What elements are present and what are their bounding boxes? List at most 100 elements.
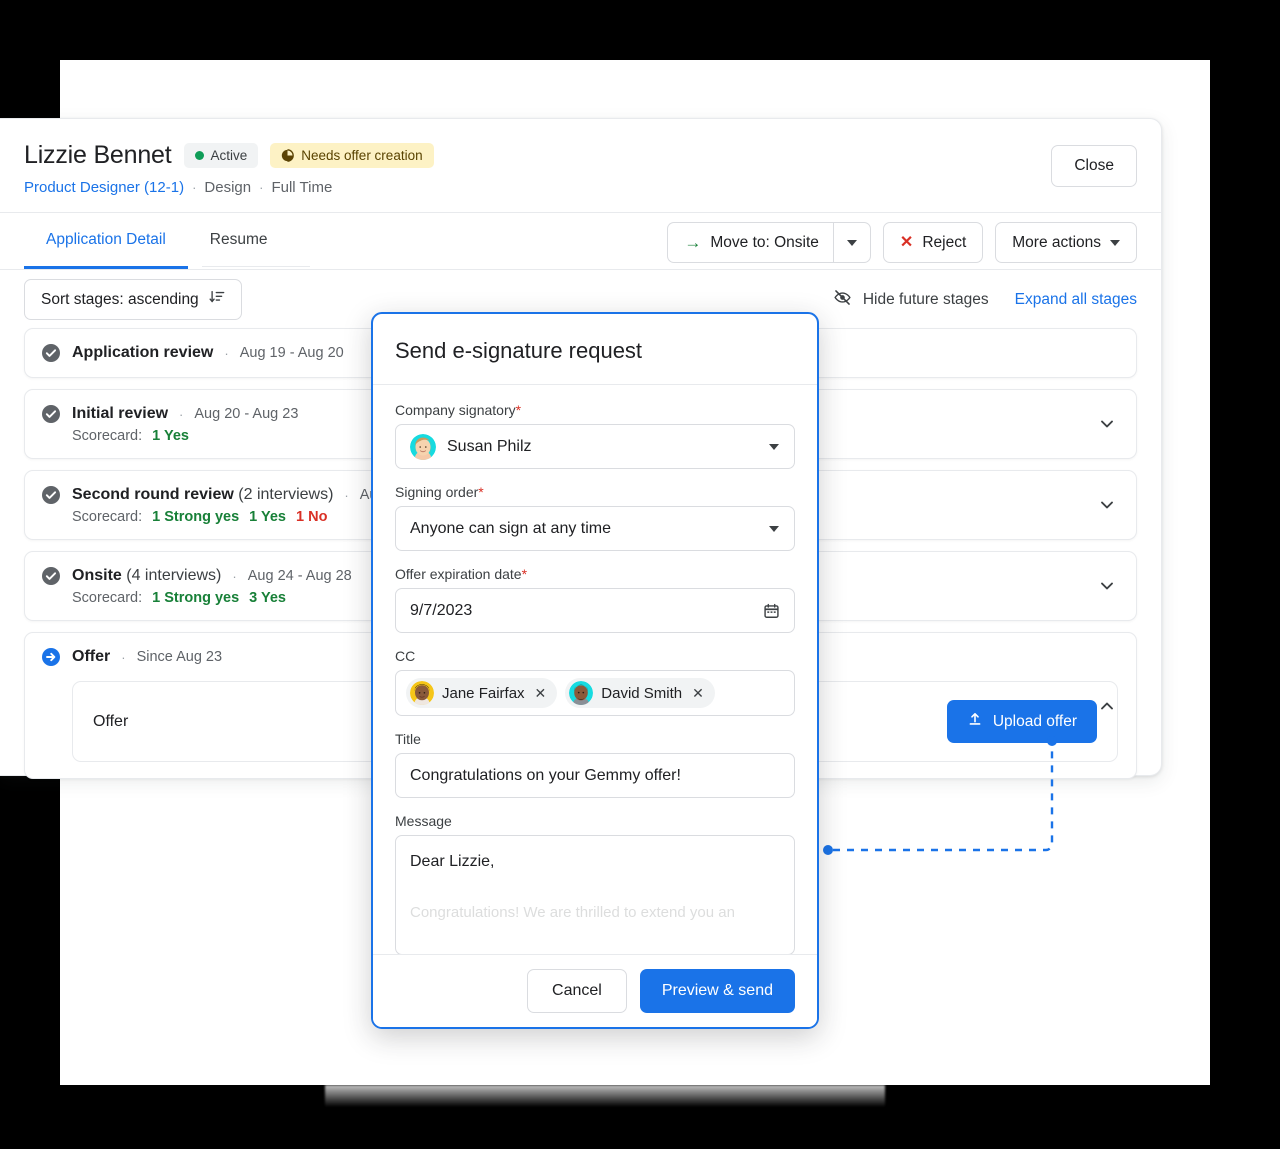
breadcrumb-separator-1: ·: [192, 180, 196, 195]
avatar: [410, 681, 434, 705]
close-button[interactable]: Close: [1051, 145, 1137, 187]
stage-separator: ·: [232, 569, 236, 584]
title-input[interactable]: Congratulations on your Gemmy offer!: [395, 753, 795, 798]
label-text: Company signatory: [395, 402, 516, 418]
label-text: Offer expiration date: [395, 566, 522, 582]
send-esignature-modal: Send e-signature request Company signato…: [371, 312, 819, 1029]
chevron-down-icon[interactable]: [1098, 496, 1116, 514]
scorecard-value: 1 No: [296, 509, 327, 525]
remove-chip-icon[interactable]: ✕: [692, 685, 704, 702]
chevron-down-icon: [1110, 240, 1120, 246]
field-company-signatory: Company signatory*: [395, 402, 795, 469]
move-to-dropdown-button[interactable]: [833, 222, 871, 263]
field-cc: CC Jane Fa: [395, 648, 795, 716]
modal-footer: Cancel Preview & send: [373, 954, 817, 1027]
message-label: Message: [395, 813, 795, 829]
scorecard-value: 3 Yes: [249, 590, 286, 606]
role-link[interactable]: Product Designer (12-1): [24, 179, 184, 196]
cc-input[interactable]: Jane Fairfax ✕: [395, 670, 795, 716]
tabs-and-actions-row: Application Detail Resume → Move to: Ons…: [0, 213, 1161, 270]
sort-stages-button[interactable]: Sort stages: ascending: [24, 279, 242, 320]
stage-name: Offer: [72, 648, 110, 666]
stage-dates: Aug 19 - Aug 20: [240, 345, 344, 361]
status-badge-active: Active: [184, 143, 259, 168]
reject-button[interactable]: ✕ Reject: [883, 222, 983, 263]
chevron-down-icon[interactable]: [1098, 577, 1116, 595]
hide-future-stages-button[interactable]: Hide future stages: [833, 288, 989, 312]
chevron-down-icon[interactable]: [1098, 415, 1116, 433]
scorecard-label: Scorecard:: [72, 590, 142, 606]
stage-separator: ·: [121, 650, 125, 665]
check-circle-icon: [41, 566, 61, 586]
panel-shadow-artifact: [325, 1085, 885, 1107]
company-signatory-label: Company signatory*: [395, 402, 795, 418]
reject-label: Reject: [922, 234, 966, 252]
stage-name-suffix: (2 interviews): [238, 486, 333, 503]
cancel-button[interactable]: Cancel: [527, 969, 627, 1013]
stage-name-suffix: (4 interviews): [126, 567, 221, 584]
move-to-label: Move to: Onsite: [710, 234, 819, 252]
offer-expiration-value: 9/7/2023: [410, 602, 472, 620]
stage-dates: Aug 20 - Aug 23: [194, 406, 298, 422]
tab-application-detail[interactable]: Application Detail: [24, 213, 188, 269]
title-value: Congratulations on your Gemmy offer!: [410, 767, 681, 785]
cc-chip-name: David Smith: [601, 685, 682, 702]
upload-icon: [967, 711, 983, 732]
arrow-right-icon: →: [684, 234, 701, 251]
tab-bar: Application Detail Resume: [24, 213, 289, 269]
offer-expiration-date-input[interactable]: 9/7/2023: [395, 588, 795, 633]
company-signatory-select[interactable]: Susan Philz: [395, 424, 795, 469]
scorecard-value: 1 Yes: [152, 428, 189, 444]
message-textarea[interactable]: Dear Lizzie, Congratulations! We are thr…: [395, 835, 795, 954]
chevron-down-icon: [769, 444, 779, 450]
required-asterisk: *: [516, 402, 521, 418]
stage-name: Onsite (4 interviews): [72, 567, 221, 585]
calendar-icon[interactable]: [763, 602, 780, 619]
cc-label: CC: [395, 648, 795, 664]
field-signing-order: Signing order* Anyone can sign at any ti…: [395, 484, 795, 551]
check-circle-icon: [41, 404, 61, 424]
breadcrumb-separator-2: ·: [259, 180, 263, 195]
avatar: [410, 434, 436, 460]
upload-offer-button[interactable]: Upload offer: [947, 700, 1097, 743]
department-label: Design: [204, 179, 251, 196]
chevron-up-icon[interactable]: [1098, 697, 1116, 715]
preview-and-send-button[interactable]: Preview & send: [640, 969, 795, 1013]
signing-order-select[interactable]: Anyone can sign at any time: [395, 506, 795, 551]
warn-badge-label: Needs offer creation: [301, 149, 422, 163]
cc-chip-name: Jane Fairfax: [442, 685, 525, 702]
screenshot-root: Lizzie Bennet Active Needs offer creatio…: [0, 0, 1280, 1149]
chevron-down-icon: [847, 240, 857, 246]
pending-pie-icon: [281, 149, 294, 162]
check-circle-icon: [41, 343, 61, 363]
signing-order-value: Anyone can sign at any time: [410, 520, 611, 538]
close-x-icon: ✕: [900, 235, 913, 251]
more-actions-label: More actions: [1012, 234, 1101, 252]
tab-resume[interactable]: Resume: [188, 213, 290, 269]
field-message: Message Dear Lizzie, Congratulations! We…: [395, 813, 795, 954]
title-label: Title: [395, 731, 795, 747]
required-asterisk: *: [478, 484, 483, 500]
more-actions-button[interactable]: More actions: [995, 222, 1137, 263]
chevron-down-icon: [769, 526, 779, 532]
expand-all-stages-link[interactable]: Expand all stages: [1015, 291, 1137, 309]
avatar: [569, 681, 593, 705]
remove-chip-icon[interactable]: ✕: [535, 685, 547, 702]
offer-sub-label: Offer: [93, 713, 128, 731]
scorecard-label: Scorecard:: [72, 428, 142, 444]
field-title: Title Congratulations on your Gemmy offe…: [395, 731, 795, 798]
current-stage-arrow-icon: [41, 647, 61, 667]
page-title: Lizzie Bennet: [24, 141, 172, 170]
label-text: Signing order: [395, 484, 478, 500]
status-badge-needs-offer: Needs offer creation: [270, 143, 433, 168]
cc-chip[interactable]: Jane Fairfax ✕: [406, 678, 557, 708]
move-to-button[interactable]: → Move to: Onsite: [667, 222, 833, 263]
stage-dates: Since Aug 23: [137, 649, 222, 665]
modal-title: Send e-signature request: [395, 338, 795, 364]
stage-separator: ·: [344, 488, 348, 503]
stage-dates: Aug 24 - Aug 28: [248, 568, 352, 584]
stage-name-text: Second round review: [72, 486, 234, 503]
green-dot-icon: [195, 151, 204, 160]
cc-chip[interactable]: David Smith ✕: [565, 678, 715, 708]
scorecard-label: Scorecard:: [72, 509, 142, 525]
